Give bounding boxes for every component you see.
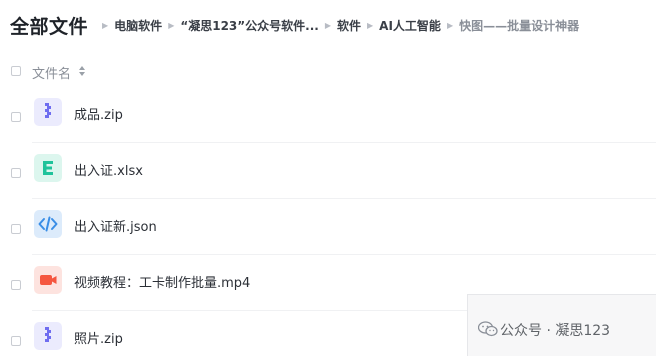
- list-item[interactable]: 出入证.xlsx: [0, 143, 656, 199]
- watermark-text: 公众号 · 凝思123: [500, 323, 611, 339]
- list-item[interactable]: 成品.zip: [0, 87, 656, 143]
- watermark: 公众号 · 凝思123: [467, 294, 656, 356]
- sort-icon[interactable]: [78, 65, 86, 77]
- row-checkbox[interactable]: [11, 112, 21, 122]
- zip-icon: [34, 98, 62, 126]
- list-header: 文件名: [0, 58, 656, 84]
- file-name[interactable]: 视频教程：工卡制作批量.mp4: [74, 272, 250, 291]
- row-checkbox[interactable]: [11, 224, 21, 234]
- breadcrumb-item-public-account-software[interactable]: “凝思123”公众号软件...: [180, 17, 319, 34]
- chevron-right-icon: ▶: [102, 21, 109, 30]
- file-browser: 全部文件 ▶ 电脑软件 ▶ “凝思123”公众号软件... ▶ 软件 ▶ AI人…: [0, 0, 656, 356]
- breadcrumb-item-computer-software[interactable]: 电脑软件: [114, 17, 162, 34]
- row-checkbox[interactable]: [11, 336, 21, 346]
- wechat-icon: [478, 321, 498, 337]
- excel-icon: [34, 154, 62, 182]
- file-name[interactable]: 照片.zip: [74, 328, 123, 347]
- file-name[interactable]: 出入证.xlsx: [74, 160, 143, 179]
- list-item[interactable]: 出入证新.json: [0, 199, 656, 255]
- code-icon: [34, 210, 62, 238]
- chevron-right-icon: ▶: [446, 21, 454, 30]
- file-name[interactable]: 出入证新.json: [74, 216, 157, 235]
- row-checkbox[interactable]: [11, 168, 21, 178]
- file-name[interactable]: 成品.zip: [74, 104, 123, 123]
- chevron-right-icon: ▶: [324, 21, 331, 30]
- row-checkbox[interactable]: [11, 280, 21, 290]
- breadcrumb-item-software[interactable]: 软件: [337, 17, 361, 34]
- chevron-right-icon: ▶: [168, 21, 175, 30]
- breadcrumb-item-current: 快图——批量设计神器: [459, 19, 580, 33]
- breadcrumb-root[interactable]: 全部文件: [10, 12, 88, 39]
- chevron-right-icon: ▶: [367, 21, 374, 30]
- select-all-checkbox[interactable]: [11, 66, 21, 76]
- column-header-filename[interactable]: 文件名: [32, 63, 71, 82]
- zip-icon: [34, 322, 62, 350]
- breadcrumb-item-ai[interactable]: AI人工智能: [379, 17, 441, 34]
- video-icon: [34, 266, 62, 294]
- breadcrumb: 全部文件 ▶ 电脑软件 ▶ “凝思123”公众号软件... ▶ 软件 ▶ AI人…: [10, 12, 648, 39]
